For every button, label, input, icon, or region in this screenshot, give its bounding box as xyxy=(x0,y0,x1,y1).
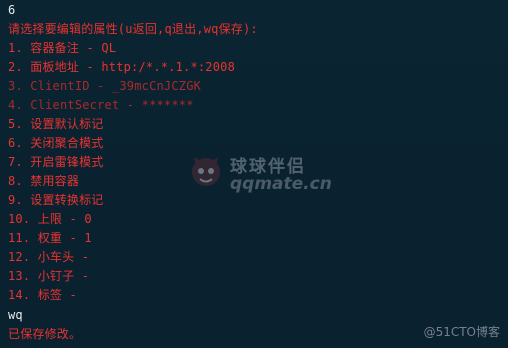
terminal-line-option-6: 6. 关闭聚合模式 xyxy=(8,136,104,150)
terminal-line-input-wq: wq xyxy=(8,308,23,322)
terminal-line-input-choice: 6 xyxy=(8,3,16,17)
site-watermark: 球球伴侣 qqmate.cn xyxy=(190,150,340,202)
terminal-line-option-10: 10. 上限 - 0 xyxy=(8,212,92,226)
terminal-line-option-5: 5. 设置默认标记 xyxy=(8,117,104,131)
terminal-line-option-8: 8. 禁用容器 xyxy=(8,174,80,188)
terminal-window[interactable]: 6 请选择要编辑的属性(u返回,q退出,wq保存): 1. 容器备注 - QL … xyxy=(0,0,508,348)
terminal-line-option-13: 13. 小钉子 - xyxy=(8,269,90,283)
terminal-line-option-7: 7. 开启雷锋模式 xyxy=(8,155,104,169)
terminal-line-option-12: 12. 小车头 - xyxy=(8,250,90,264)
terminal-line-option-2: 2. 面板地址 - http:/*.*.1.*:2008 xyxy=(8,60,235,74)
watermark-subtitle: qqmate.cn xyxy=(230,174,332,194)
qqmate-logo-icon xyxy=(192,157,220,186)
corner-watermark: @51CTO博客 xyxy=(423,325,500,339)
terminal-line-option-9: 9. 设置转换标记 xyxy=(8,193,104,207)
terminal-line-option-1: 1. 容器备注 - QL xyxy=(8,41,117,55)
terminal-line-option-3: 3. ClientID - _39mcCnJCZGK xyxy=(8,79,202,93)
terminal-line-saved-message: 已保存修改。 xyxy=(8,327,82,341)
terminal-line-prompt: 请选择要编辑的属性(u返回,q退出,wq保存): xyxy=(8,22,258,36)
terminal-line-option-14: 14. 标签 - xyxy=(8,288,77,302)
terminal-line-option-4: 4. ClientSecret - ******* xyxy=(8,98,194,112)
terminal-line-option-11: 11. 权重 - 1 xyxy=(8,231,92,245)
